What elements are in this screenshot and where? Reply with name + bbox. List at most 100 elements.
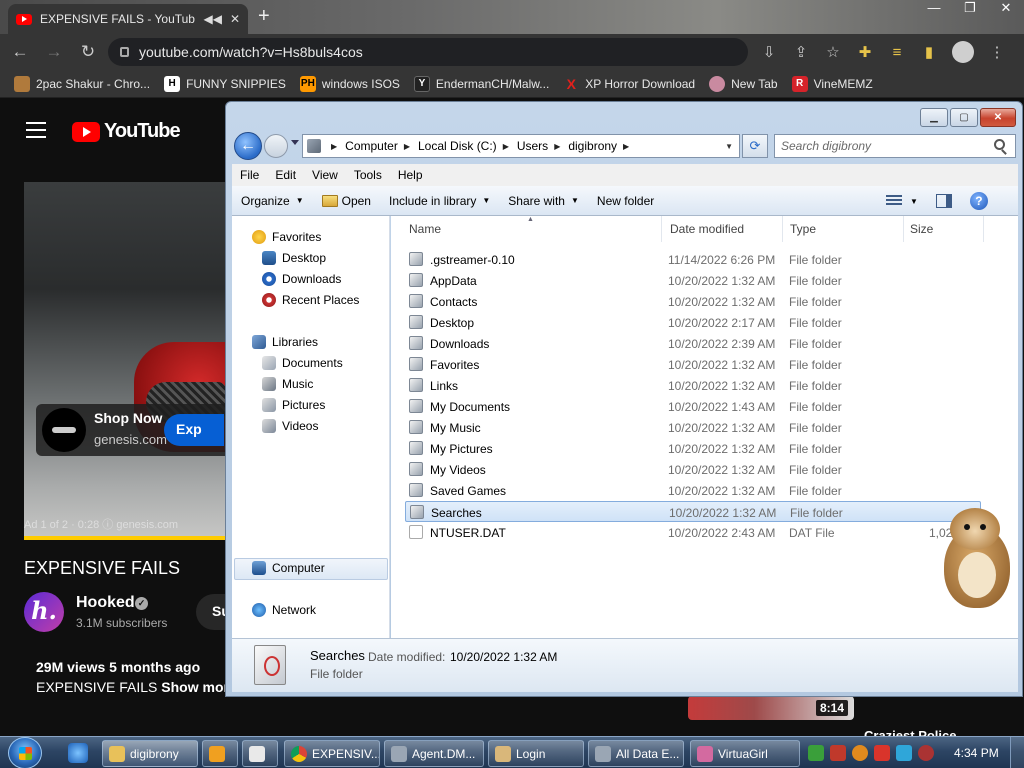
nav-documents[interactable]: Documents (262, 356, 343, 370)
tab-close-icon[interactable]: ✕ (230, 12, 240, 26)
share-with-button[interactable]: Share with ▼ (499, 194, 588, 208)
browser-tab[interactable]: EXPENSIVE FAILS - YouTube ◀◀ ✕ (8, 4, 248, 34)
bookmark-item[interactable]: Y EndermanCH/Malw... (413, 75, 549, 92)
file-row[interactable]: My Pictures 10/20/2022 1:32 AM File fold… (405, 438, 981, 459)
taskbar-item-login[interactable]: Login (488, 740, 584, 767)
side-panel-icon[interactable]: ▮ (920, 43, 938, 61)
bookmark-star-icon[interactable]: ☆ (824, 43, 842, 61)
breadcrumb-digibrony[interactable]: digibrony (568, 139, 617, 153)
nav-desktop[interactable]: Desktop (262, 251, 326, 265)
subscribe-button[interactable]: Su (196, 594, 230, 630)
tray-v-icon[interactable] (830, 745, 846, 761)
preview-pane-icon[interactable] (935, 194, 952, 208)
tab-audio-icon[interactable]: ◀◀ (203, 12, 221, 26)
explorer-forward-icon[interactable] (264, 134, 288, 158)
file-row[interactable]: .gstreamer-0.10 11/14/2022 6:26 PM File … (405, 249, 981, 270)
tray-app-icon[interactable] (808, 745, 824, 761)
column-divider[interactable] (903, 216, 904, 242)
tray-flag-icon[interactable] (874, 745, 890, 761)
nav-downloads[interactable]: Downloads (262, 272, 341, 286)
file-row[interactable]: Downloads 10/20/2022 2:39 AM File folder (405, 333, 981, 354)
channel-name[interactable]: Hooked (76, 594, 135, 612)
taskbar-item-paint[interactable] (242, 740, 278, 767)
column-header-name[interactable]: Name (409, 222, 441, 236)
open-button[interactable]: Open (313, 194, 380, 208)
refresh-icon[interactable]: ⟳ (742, 134, 768, 158)
file-row[interactable]: My Videos 10/20/2022 1:32 AM File folder (405, 459, 981, 480)
internet-explorer-icon[interactable] (68, 743, 88, 763)
extensions-puzzle-icon[interactable]: ✚ (856, 43, 874, 61)
column-header-date[interactable]: Date modified (670, 222, 744, 236)
close-icon[interactable]: ✕ (994, 0, 1018, 16)
column-header-size[interactable]: Size (910, 222, 933, 236)
bookmark-item[interactable]: H FUNNY SNIPPIES (164, 75, 286, 92)
file-row-selected[interactable]: Searches 10/20/2022 1:32 AM File folder (405, 501, 981, 522)
nav-videos[interactable]: Videos (262, 419, 318, 433)
column-divider[interactable] (782, 216, 783, 242)
search-icon[interactable] (994, 139, 1005, 150)
taskbar-item-media-player[interactable] (202, 740, 238, 767)
breadcrumb-chevron-icon[interactable]: ▶ (404, 142, 410, 151)
taskbar-item-virtuagirl[interactable]: VirtuaGirl (690, 740, 800, 767)
breadcrumb-computer[interactable]: Computer (345, 139, 398, 153)
kebab-menu-icon[interactable]: ⋮ (988, 43, 1006, 61)
menu-file[interactable]: File (232, 168, 267, 182)
reload-icon[interactable]: ↻ (78, 42, 98, 62)
file-row[interactable]: My Music 10/20/2022 1:32 AM File folder (405, 417, 981, 438)
nav-recent-places[interactable]: Recent Places (262, 293, 359, 307)
include-in-library-button[interactable]: Include in library ▼ (380, 194, 499, 208)
breadcrumb-chevron-icon[interactable]: ▶ (554, 142, 560, 151)
help-icon[interactable]: ? (969, 192, 988, 210)
tray-monitor-icon[interactable] (896, 745, 912, 761)
new-folder-button[interactable]: New folder (588, 194, 663, 208)
explorer-back-icon[interactable]: ← (234, 132, 262, 160)
nav-network[interactable]: Network (252, 603, 316, 617)
explorer-maximize-icon[interactable]: ▢ (950, 108, 978, 127)
taskbar-clock[interactable]: 4:34 PM (954, 746, 999, 760)
menu-tools[interactable]: Tools (346, 168, 390, 182)
recent-pages-dropdown-icon[interactable] (291, 140, 299, 145)
taskbar-item-agent[interactable]: Agent.DM... (384, 740, 484, 767)
breadcrumb-users[interactable]: Users (517, 139, 548, 153)
ad-explore-button[interactable]: Exp (164, 414, 224, 446)
breadcrumb-chevron-icon[interactable]: ▶ (331, 142, 337, 151)
explorer-close-icon[interactable]: ✕ (980, 108, 1016, 127)
tray-volume-icon[interactable] (918, 745, 934, 761)
file-row[interactable]: Saved Games 10/20/2022 1:32 AM File fold… (405, 480, 981, 501)
file-row[interactable]: My Documents 10/20/2022 1:43 AM File fol… (405, 396, 981, 417)
breadcrumb-chevron-icon[interactable]: ▶ (623, 142, 629, 151)
taskbar-item-explorer[interactable]: digibrony (102, 740, 198, 767)
install-app-icon[interactable]: ⇩ (760, 43, 778, 61)
youtube-logo[interactable]: YouTube (72, 120, 181, 143)
file-row[interactable]: Links 10/20/2022 1:32 AM File folder (405, 375, 981, 396)
menu-view[interactable]: View (304, 168, 346, 182)
column-header-type[interactable]: Type (790, 222, 816, 236)
explorer-minimize-icon[interactable]: ▁ (920, 108, 948, 127)
forward-arrow-icon[interactable]: → (44, 42, 64, 62)
start-button[interactable] (8, 737, 42, 768)
restore-icon[interactable]: ❐ (958, 0, 982, 16)
hamburger-menu-icon[interactable] (26, 122, 46, 143)
change-view-button[interactable]: ▼ (886, 195, 918, 207)
nav-favorites[interactable]: Favorites (252, 230, 321, 244)
file-row[interactable]: Favorites 10/20/2022 1:32 AM File folder (405, 354, 981, 375)
breadcrumb-chevron-icon[interactable]: ▶ (503, 142, 509, 151)
file-row[interactable]: AppData 10/20/2022 1:32 AM File folder (405, 270, 981, 291)
bookmark-item[interactable]: New Tab (709, 75, 778, 92)
taskbar-item-all-data[interactable]: All Data E... (588, 740, 684, 767)
file-row[interactable]: NTUSER.DAT 10/20/2022 2:43 AM DAT File 1… (405, 522, 981, 543)
menu-edit[interactable]: Edit (267, 168, 304, 182)
address-dropdown-icon[interactable]: ▼ (725, 142, 733, 151)
taskbar-item-chrome[interactable]: EXPENSIV... (284, 740, 380, 767)
media-queue-icon[interactable]: ≡ (888, 44, 906, 61)
file-row[interactable]: Contacts 10/20/2022 1:32 AM File folder (405, 291, 981, 312)
tray-search-icon[interactable] (852, 745, 868, 761)
organize-button[interactable]: Organize ▼ (232, 194, 313, 208)
back-arrow-icon[interactable]: ← (10, 42, 30, 62)
new-tab-button[interactable]: + (258, 5, 270, 28)
nav-computer[interactable]: Computer (252, 561, 325, 575)
file-row[interactable]: Desktop 10/20/2022 2:17 AM File folder (405, 312, 981, 333)
bookmark-item[interactable]: 2pac Shakur - Chro... (14, 75, 150, 92)
nav-music[interactable]: Music (262, 377, 313, 391)
nav-pictures[interactable]: Pictures (262, 398, 325, 412)
